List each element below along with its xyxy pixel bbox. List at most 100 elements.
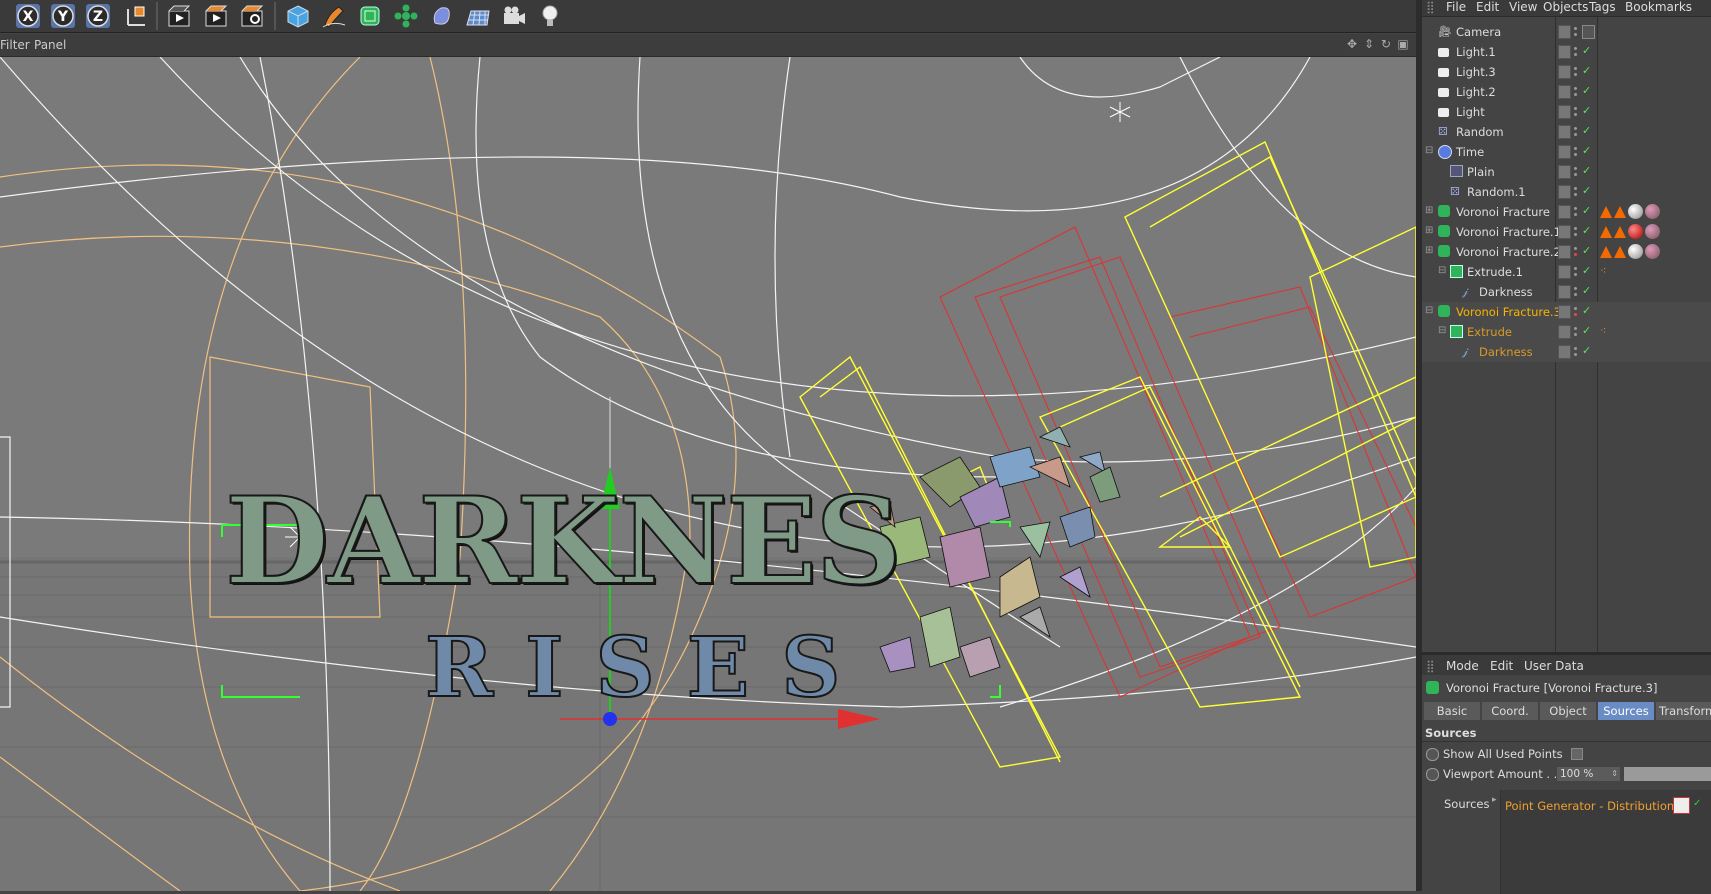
- 3d-viewport[interactable]: DARKNES RISES: [0, 57, 1416, 891]
- layer-box[interactable]: [1558, 325, 1571, 339]
- visibility-dots[interactable]: [1574, 85, 1579, 97]
- object-row-extrude1[interactable]: ⊟ Extrude.1 ✓ ⁖: [1422, 262, 1711, 282]
- visibility-dots[interactable]: [1574, 25, 1579, 37]
- floor-environment-button[interactable]: [462, 1, 494, 31]
- visibility-dots[interactable]: [1574, 65, 1579, 77]
- layer-box[interactable]: [1558, 345, 1571, 359]
- enabled-check-icon[interactable]: ✓: [1582, 265, 1591, 279]
- stepper-arrows-icon[interactable]: ⇕: [1611, 767, 1618, 781]
- enabled-check-icon[interactable]: ✓: [1582, 285, 1591, 299]
- animate-radio[interactable]: [1426, 767, 1439, 781]
- point-generator-icon[interactable]: [1673, 797, 1690, 814]
- layer-box[interactable]: [1558, 65, 1571, 79]
- visibility-dots[interactable]: [1574, 265, 1579, 277]
- phong-tag-icon[interactable]: [1614, 206, 1626, 218]
- animate-radio[interactable]: [1426, 747, 1439, 761]
- selection-tag-icon[interactable]: ⁖: [1600, 324, 1606, 337]
- render-view-button[interactable]: [163, 1, 195, 31]
- phong-tag-icon[interactable]: [1600, 206, 1612, 218]
- enabled-check-icon[interactable]: ✓: [1582, 305, 1591, 319]
- visibility-dots[interactable]: [1574, 205, 1579, 217]
- phong-tag-icon[interactable]: [1614, 226, 1626, 238]
- camera-button[interactable]: [498, 1, 530, 31]
- viewport-amount-slider[interactable]: [1624, 767, 1711, 781]
- enabled-check-icon[interactable]: ✓: [1582, 225, 1591, 239]
- object-row-random[interactable]: ⚄ Random ✓: [1422, 122, 1711, 142]
- cloner-button[interactable]: [390, 1, 422, 31]
- tab-coord[interactable]: Coord.: [1482, 702, 1538, 720]
- visibility-dots[interactable]: [1574, 165, 1579, 177]
- object-row-voronoi2[interactable]: ⊞ Voronoi Fracture.2 ✓: [1422, 242, 1711, 262]
- render-to-picture-viewer-button[interactable]: [200, 1, 232, 31]
- layer-box[interactable]: [1558, 165, 1571, 179]
- om-menu-file[interactable]: File: [1446, 0, 1466, 14]
- visibility-dots[interactable]: [1574, 145, 1579, 157]
- visibility-dots[interactable]: [1574, 225, 1579, 237]
- object-row-camera[interactable]: 🎥︎ Camera: [1422, 22, 1711, 42]
- am-menu-mode[interactable]: Mode: [1446, 659, 1479, 673]
- cube-primitive-button[interactable]: [282, 1, 314, 31]
- object-row-plain[interactable]: Plain ✓: [1422, 162, 1711, 182]
- layer-box[interactable]: [1558, 265, 1571, 279]
- object-row-voronoi1[interactable]: ⊞ Voronoi Fracture.1 ✓: [1422, 222, 1711, 242]
- panel-menu[interactable]: Panel: [34, 38, 66, 52]
- rotate-view-icon[interactable]: ↻: [1379, 37, 1393, 51]
- enabled-check-icon[interactable]: ✓: [1582, 185, 1591, 199]
- object-row-time[interactable]: ⊟ Time ✓: [1422, 142, 1711, 162]
- phong-tag-icon[interactable]: [1600, 226, 1612, 238]
- tab-transform[interactable]: Transform: [1656, 702, 1711, 720]
- object-row-darkness[interactable]: 𝒿 Darkness ✓: [1422, 282, 1711, 302]
- zoom-view-icon[interactable]: ⇕: [1362, 37, 1376, 51]
- material-tag-icon[interactable]: [1628, 244, 1643, 259]
- layer-box[interactable]: [1558, 205, 1571, 219]
- material-tag-icon[interactable]: [1628, 224, 1643, 239]
- tab-sources[interactable]: Sources: [1598, 702, 1654, 720]
- om-menu-bookmarks[interactable]: Bookmarks: [1625, 0, 1692, 14]
- object-row-voronoi3[interactable]: ⊟ Voronoi Fracture.3 ✓: [1422, 302, 1711, 322]
- layer-box[interactable]: [1558, 225, 1571, 239]
- material-tag-icon[interactable]: [1645, 244, 1660, 259]
- material-tag-icon[interactable]: [1645, 204, 1660, 219]
- object-row-extrude[interactable]: ⊟ Extrude ✓ ⁖: [1422, 322, 1711, 342]
- expand-toggle-icon[interactable]: ⊞: [1425, 225, 1438, 238]
- phong-tag-icon[interactable]: [1614, 246, 1626, 258]
- layer-box[interactable]: [1558, 25, 1571, 39]
- enabled-check-icon[interactable]: ✓: [1582, 85, 1591, 99]
- object-row-voronoi[interactable]: ⊞ Voronoi Fracture ✓: [1422, 202, 1711, 222]
- visibility-dots[interactable]: [1574, 325, 1579, 337]
- visibility-dots[interactable]: [1574, 125, 1579, 137]
- enabled-check-icon[interactable]: ✓: [1582, 345, 1591, 359]
- collapse-toggle-icon[interactable]: ⊟: [1425, 305, 1438, 318]
- light-button[interactable]: [534, 1, 566, 31]
- tab-object[interactable]: Object: [1540, 702, 1596, 720]
- tab-basic[interactable]: Basic: [1424, 702, 1480, 720]
- visibility-dots[interactable]: [1574, 345, 1579, 357]
- layer-box[interactable]: [1558, 305, 1571, 319]
- enabled-check-icon[interactable]: ✓: [1582, 325, 1591, 339]
- object-row-light[interactable]: Light ✓: [1422, 102, 1711, 122]
- visibility-dots[interactable]: [1574, 45, 1579, 57]
- om-menu-view[interactable]: View: [1509, 0, 1537, 14]
- object-row-light2[interactable]: Light.2 ✓: [1422, 82, 1711, 102]
- layer-box[interactable]: [1558, 145, 1571, 159]
- coordinate-system-button[interactable]: [120, 1, 152, 31]
- visibility-dots[interactable]: [1574, 305, 1579, 317]
- layer-box[interactable]: [1558, 285, 1571, 299]
- collapse-toggle-icon[interactable]: ⊟: [1425, 145, 1438, 158]
- enabled-check-icon[interactable]: ✓: [1582, 245, 1591, 259]
- camera-target-tag-icon[interactable]: [1582, 25, 1595, 39]
- visibility-dots[interactable]: [1574, 185, 1579, 197]
- phong-tag-icon[interactable]: [1600, 246, 1612, 258]
- pen-spline-button[interactable]: [318, 1, 350, 31]
- expand-toggle-icon[interactable]: ⊞: [1425, 205, 1438, 218]
- enabled-check-icon[interactable]: ✓: [1693, 798, 1701, 809]
- maximize-view-icon[interactable]: ▣: [1396, 37, 1410, 51]
- selection-tag-icon[interactable]: ⁖: [1600, 264, 1606, 277]
- visibility-dots[interactable]: [1574, 285, 1579, 297]
- move-view-icon[interactable]: ✥: [1345, 37, 1359, 51]
- am-menu-edit[interactable]: Edit: [1490, 659, 1513, 673]
- visibility-dots[interactable]: [1574, 105, 1579, 117]
- enabled-check-icon[interactable]: ✓: [1582, 205, 1591, 219]
- expand-arrow-icon[interactable]: ▸: [1492, 795, 1497, 805]
- layer-box[interactable]: [1558, 245, 1571, 259]
